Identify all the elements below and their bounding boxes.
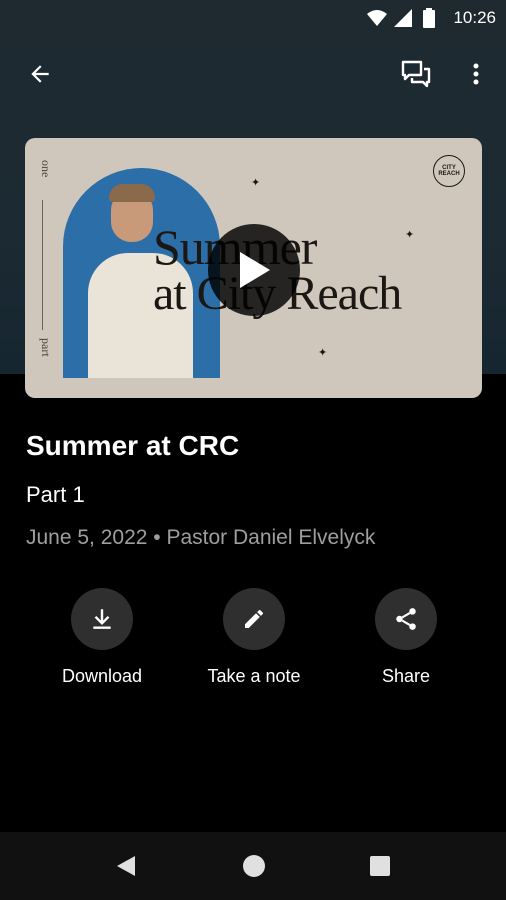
download-icon: [93, 609, 111, 629]
chat-icon: [401, 60, 431, 88]
back-arrow-icon: [31, 65, 49, 83]
take-note-button[interactable]: Take a note: [184, 588, 324, 687]
signal-icon: [393, 8, 413, 28]
side-divider: [42, 200, 43, 330]
back-button[interactable]: [22, 56, 58, 92]
sparkle-icon: ✦: [318, 347, 328, 359]
sermon-subtitle: Part 1: [26, 482, 85, 507]
take-note-label: Take a note: [207, 666, 301, 686]
download-button[interactable]: Download: [32, 588, 172, 687]
sermon-title: Summer at CRC: [26, 430, 240, 461]
sparkle-icon: ✦: [251, 177, 261, 189]
church-logo: CITY REACH: [433, 155, 465, 187]
chat-button[interactable]: [396, 56, 436, 92]
battery-icon: [419, 8, 439, 28]
download-circle[interactable]: [71, 588, 133, 650]
side-text-top: one: [39, 160, 53, 178]
speaker-hair: [109, 184, 155, 202]
play-button[interactable]: [208, 224, 300, 316]
action-row: Download Take a note Share: [0, 588, 506, 698]
nav-home-button[interactable]: [236, 848, 272, 884]
share-button[interactable]: Share: [336, 588, 476, 687]
share-circle[interactable]: [375, 588, 437, 650]
nav-recents-button[interactable]: [362, 848, 398, 884]
share-icon: [396, 608, 416, 630]
nav-back-icon: [117, 856, 135, 876]
status-time: 10:26: [453, 8, 496, 27]
side-text-bottom: part: [39, 338, 53, 357]
nav-home-icon: [243, 855, 265, 877]
video-thumbnail[interactable]: one part Summer at City Reach ✦ ✦ ✦ CITY…: [25, 138, 482, 398]
nav-back-button[interactable]: [108, 848, 144, 884]
sermon-meta: June 5, 2022 • Pastor Daniel Elvelyck: [26, 526, 376, 549]
share-label: Share: [381, 666, 431, 686]
sparkle-icon: ✦: [405, 229, 415, 241]
wifi-icon: [367, 8, 388, 28]
play-icon: [240, 252, 270, 288]
download-label: Download: [61, 666, 143, 686]
take-note-circle[interactable]: [223, 588, 285, 650]
nav-recents-icon: [370, 856, 390, 876]
more-options-button[interactable]: [458, 56, 494, 92]
app-bar: [0, 48, 506, 98]
pencil-icon: [245, 609, 264, 628]
system-nav-bar: [0, 832, 506, 900]
status-bar: 10:26: [0, 0, 506, 36]
more-vert-icon: [473, 63, 479, 85]
